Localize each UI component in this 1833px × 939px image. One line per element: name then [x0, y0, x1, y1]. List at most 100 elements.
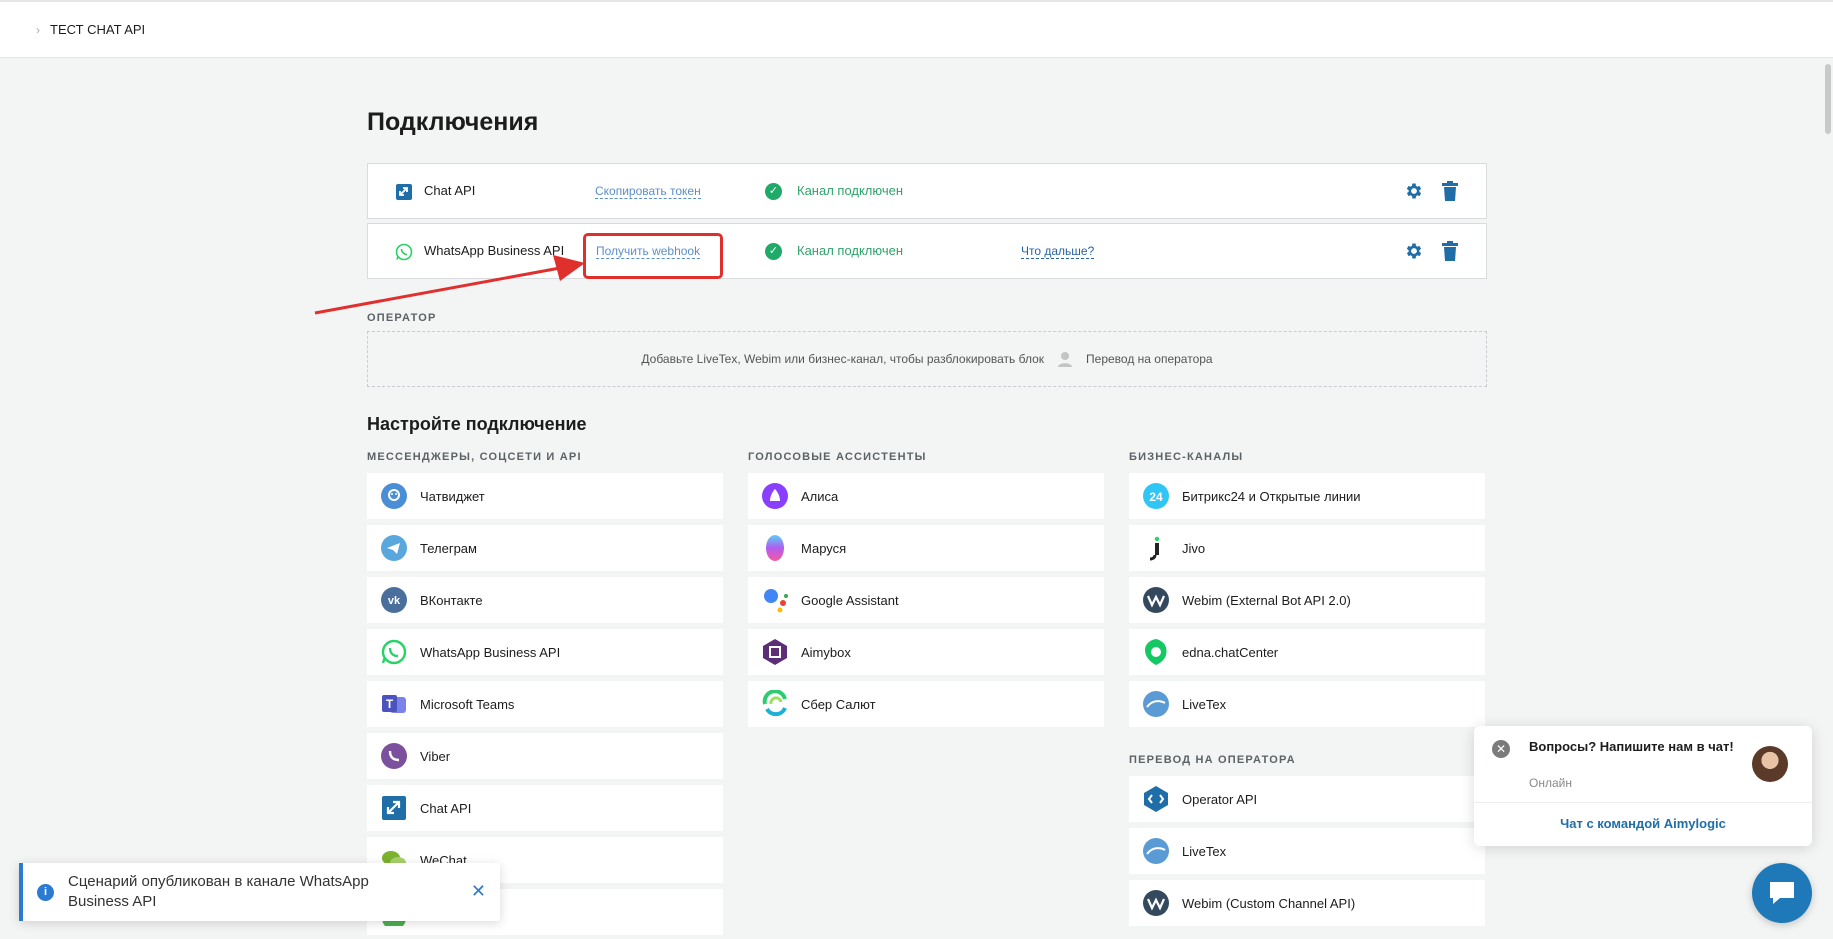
- chat-question: Вопросы? Напишите нам в чат!: [1529, 739, 1734, 754]
- channel-card-livetex-operator[interactable]: LiveTex: [1129, 828, 1485, 874]
- google-assistant-icon: [761, 586, 789, 614]
- channel-card-webim-custom[interactable]: Webim (Custom Channel API): [1129, 880, 1485, 926]
- trash-icon[interactable]: [1441, 241, 1459, 261]
- channel-card-operator-api[interactable]: Operator API: [1129, 776, 1485, 822]
- gear-icon[interactable]: [1404, 181, 1424, 201]
- check-circle-icon: ✓: [765, 243, 782, 260]
- channel-label: Jivo: [1182, 540, 1206, 556]
- whatsapp-icon: [380, 638, 408, 666]
- scrollbar-thumb[interactable]: [1825, 64, 1831, 134]
- close-icon[interactable]: ✕: [1492, 740, 1510, 758]
- channel-label: Чатвиджет: [420, 488, 485, 504]
- svg-text:24: 24: [1149, 490, 1163, 504]
- jivo-icon: [1142, 534, 1170, 562]
- livetex-icon: [1142, 690, 1170, 718]
- check-circle-icon: ✓: [765, 183, 782, 200]
- microsoft-teams-icon: T: [380, 690, 408, 718]
- chat-team-link[interactable]: Чат с командой Aimylogic: [1474, 816, 1812, 831]
- channel-card-webim-external[interactable]: Webim (External Bot API 2.0): [1129, 577, 1485, 623]
- sber-salyut-icon: [761, 690, 789, 718]
- channel-label: edna.chatCenter: [1182, 644, 1279, 660]
- webim-icon: [1142, 889, 1170, 917]
- whats-next-link[interactable]: Что дальше?: [1021, 244, 1095, 259]
- channel-label: Webim (External Bot API 2.0): [1182, 592, 1351, 608]
- operator-section-label: ОПЕРАТОР: [367, 312, 437, 324]
- page-title: Подключения: [367, 108, 539, 136]
- connection-name: Chat API: [424, 183, 476, 198]
- channel-label: Webim (Custom Channel API): [1182, 895, 1356, 911]
- channel-card-jivo[interactable]: Jivo: [1129, 525, 1485, 571]
- operator-api-icon: [1142, 785, 1170, 813]
- connection-status: Канал подключен: [797, 243, 904, 258]
- breadcrumb: › ТЕСТ CHAT API: [36, 22, 145, 37]
- channel-card-chat-api[interactable]: Chat API: [367, 785, 723, 831]
- top-bar: › ТЕСТ CHAT API: [0, 0, 1833, 58]
- channel-card-viber[interactable]: Viber: [367, 733, 723, 779]
- chat-popup: ✕ Вопросы? Напишите нам в чат! Онлайн Ча…: [1474, 726, 1812, 846]
- divider: [1474, 802, 1812, 803]
- channel-label: Aimybox: [801, 644, 851, 660]
- operator-message: Добавьте LiveTex, Webim или бизнес-канал…: [641, 352, 1045, 366]
- channel-card-telegram[interactable]: Телеграм: [367, 525, 723, 571]
- channel-label: Viber: [420, 748, 451, 764]
- voice-assistants-label: ГОЛОСОВЫЕ АССИСТЕНТЫ: [748, 451, 927, 463]
- channel-label: Телеграм: [420, 540, 477, 556]
- operator-person-icon: [1058, 352, 1073, 367]
- channel-label: LiveTex: [1182, 696, 1227, 712]
- channel-card-aimybox[interactable]: Aimybox: [748, 629, 1104, 675]
- close-icon[interactable]: ✕: [471, 881, 486, 902]
- vk-icon: vk: [380, 586, 408, 614]
- viber-icon: [380, 742, 408, 770]
- annotation-arrow: [314, 255, 585, 315]
- channel-card-alisa[interactable]: Алиса: [748, 473, 1104, 519]
- channel-label: Microsoft Teams: [420, 696, 515, 712]
- channel-card-sber-salyut[interactable]: Сбер Салют: [748, 681, 1104, 727]
- channel-label: Алиса: [801, 488, 839, 504]
- channel-label: ВКонтакте: [420, 592, 483, 608]
- gear-icon[interactable]: [1404, 241, 1424, 261]
- channel-card-whatsapp[interactable]: WhatsApp Business API: [367, 629, 723, 675]
- chatwidget-icon: [380, 482, 408, 510]
- operator-transfer-section-label: ПЕРЕВОД НА ОПЕРАТОРА: [1129, 754, 1296, 766]
- channel-card-livetex[interactable]: LiveTex: [1129, 681, 1485, 727]
- chat-fab-button[interactable]: [1752, 863, 1812, 923]
- channel-label: Operator API: [1182, 791, 1258, 807]
- toast-notification: i Сценарий опубликован в канале WhatsApp…: [19, 863, 500, 921]
- channel-label: Маруся: [801, 540, 847, 556]
- channel-label: Битрикс24 и Открытые линии: [1182, 488, 1361, 504]
- chat-bubble-icon: [1770, 882, 1794, 904]
- channel-label: Chat API: [420, 800, 472, 816]
- alisa-icon: [761, 482, 789, 510]
- operator-block: Добавьте LiveTex, Webim или бизнес-канал…: [367, 331, 1487, 387]
- channel-card-google-assistant[interactable]: Google Assistant: [748, 577, 1104, 623]
- trash-icon[interactable]: [1441, 181, 1459, 201]
- channel-card-bitrix24[interactable]: 24 Битрикс24 и Открытые линии: [1129, 473, 1485, 519]
- scrollbar[interactable]: [1823, 58, 1833, 939]
- copy-token-link[interactable]: Скопировать токен: [595, 184, 701, 199]
- telegram-icon: [380, 534, 408, 562]
- chat-api-icon: [380, 794, 408, 822]
- breadcrumb-item[interactable]: ТЕСТ CHAT API: [50, 22, 145, 37]
- channel-card-microsoft-teams[interactable]: T Microsoft Teams: [367, 681, 723, 727]
- aimybox-icon: [761, 638, 789, 666]
- messengers-label: МЕССЕНДЖЕРЫ, СОЦСЕТИ И API: [367, 451, 582, 463]
- bitrix24-icon: 24: [1142, 482, 1170, 510]
- setup-title: Настройте подключение: [367, 414, 587, 434]
- channel-card-marusya[interactable]: Маруся: [748, 525, 1104, 571]
- connection-status: Канал подключен: [797, 183, 904, 198]
- business-channels-label: БИЗНЕС-КАНАЛЫ: [1129, 451, 1244, 463]
- svg-text:T: T: [386, 697, 394, 711]
- marusya-icon: [761, 534, 789, 562]
- channel-card-chatwidget[interactable]: Чатвиджет: [367, 473, 723, 519]
- webim-icon: [1142, 586, 1170, 614]
- channel-card-edna[interactable]: edna.chatCenter: [1129, 629, 1485, 675]
- channel-label: WhatsApp Business API: [420, 644, 561, 660]
- chat-api-icon: [396, 184, 412, 200]
- svg-text:vk: vk: [388, 595, 401, 607]
- channel-card-vkontakte[interactable]: vk ВКонтакте: [367, 577, 723, 623]
- channel-label: Сбер Салют: [801, 696, 876, 712]
- channel-label: Google Assistant: [801, 592, 899, 608]
- connection-row-chat-api: Chat API Скопировать токен ✓ Канал подкл…: [367, 163, 1487, 219]
- livetex-icon: [1142, 837, 1170, 865]
- channel-label: LiveTex: [1182, 843, 1227, 859]
